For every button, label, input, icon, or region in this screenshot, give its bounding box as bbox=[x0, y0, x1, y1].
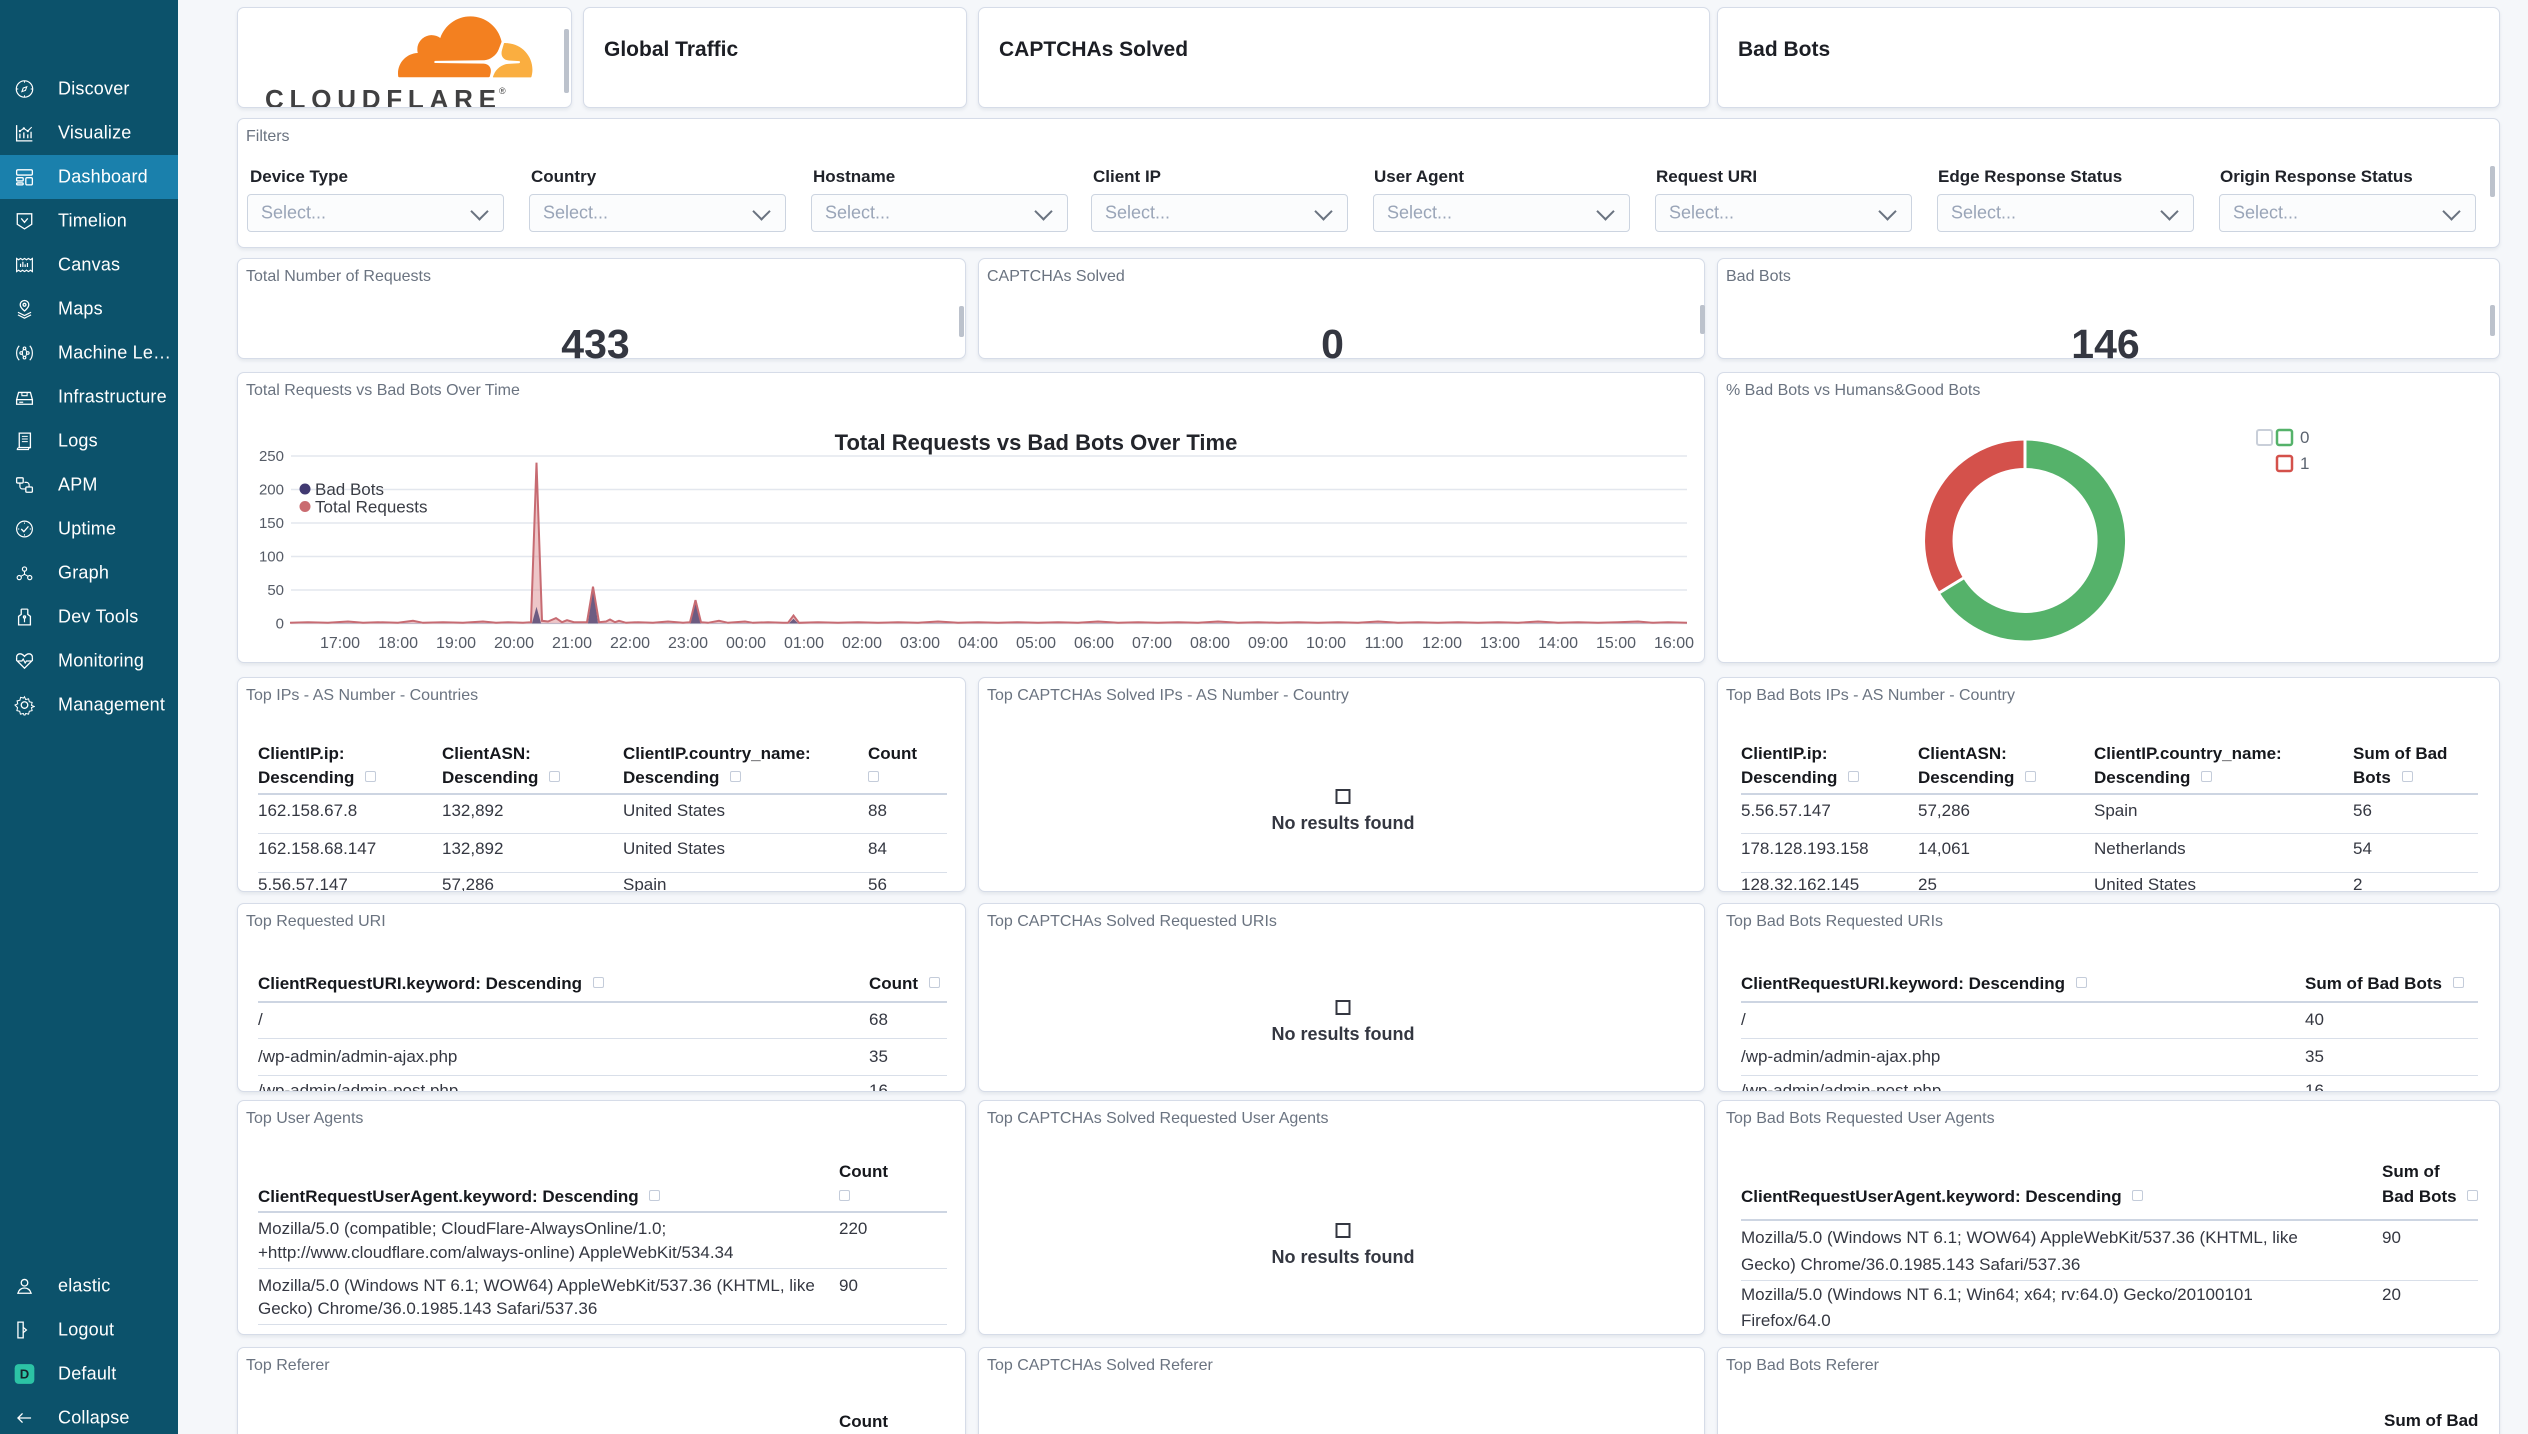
svg-text:50: 50 bbox=[267, 582, 284, 599]
svg-text:07:00: 07:00 bbox=[1132, 635, 1172, 652]
svg-text:08:00: 08:00 bbox=[1190, 635, 1230, 652]
svg-text:1: 1 bbox=[2300, 454, 2309, 473]
svg-text:06:00: 06:00 bbox=[1074, 635, 1114, 652]
svg-text:22:00: 22:00 bbox=[610, 635, 650, 652]
svg-text:20:00: 20:00 bbox=[494, 635, 534, 652]
svg-text:15:00: 15:00 bbox=[1596, 635, 1636, 652]
svg-text:05:00: 05:00 bbox=[1016, 635, 1056, 652]
svg-text:150: 150 bbox=[259, 515, 284, 532]
svg-text:16:00: 16:00 bbox=[1654, 635, 1694, 652]
svg-text:Bad Bots: Bad Bots bbox=[315, 480, 384, 499]
svg-text:CLOUDFLARE: CLOUDFLARE bbox=[265, 84, 496, 107]
svg-text:09:00: 09:00 bbox=[1248, 635, 1288, 652]
svg-text:10:00: 10:00 bbox=[1306, 635, 1346, 652]
svg-text:250: 250 bbox=[259, 448, 284, 465]
svg-text:14:00: 14:00 bbox=[1538, 635, 1578, 652]
svg-text:13:00: 13:00 bbox=[1480, 635, 1520, 652]
svg-text:Total Requests vs Bad Bots Ove: Total Requests vs Bad Bots Over Time bbox=[835, 430, 1238, 455]
svg-text:19:00: 19:00 bbox=[436, 635, 476, 652]
svg-text:11:00: 11:00 bbox=[1365, 635, 1404, 652]
svg-text:01:00: 01:00 bbox=[784, 635, 824, 652]
svg-text:23:00: 23:00 bbox=[668, 635, 708, 652]
svg-text:Total Requests: Total Requests bbox=[315, 498, 427, 517]
svg-text:17:00: 17:00 bbox=[320, 635, 360, 652]
svg-text:21:00: 21:00 bbox=[552, 635, 592, 652]
svg-text:0: 0 bbox=[276, 616, 284, 633]
svg-text:04:00: 04:00 bbox=[958, 635, 998, 652]
svg-text:03:00: 03:00 bbox=[900, 635, 940, 652]
svg-text:12:00: 12:00 bbox=[1422, 635, 1462, 652]
svg-text:00:00: 00:00 bbox=[726, 635, 766, 652]
svg-text:100: 100 bbox=[259, 549, 284, 566]
svg-text:200: 200 bbox=[259, 482, 284, 499]
svg-text:0: 0 bbox=[2300, 428, 2309, 447]
svg-text:02:00: 02:00 bbox=[842, 635, 882, 652]
svg-text:®: ® bbox=[499, 86, 506, 96]
svg-text:D: D bbox=[20, 1367, 29, 1382]
svg-text:18:00: 18:00 bbox=[378, 635, 418, 652]
